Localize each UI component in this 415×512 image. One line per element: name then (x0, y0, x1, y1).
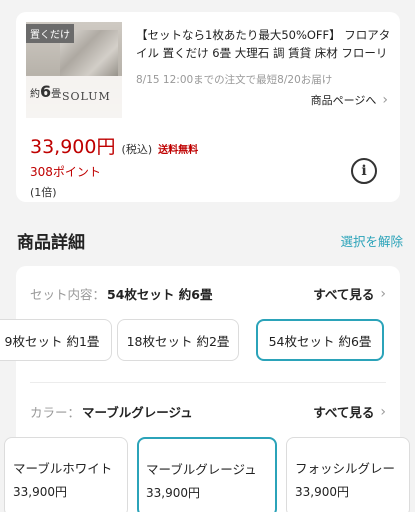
set-option-label: セット内容： (30, 287, 106, 302)
price-tax-label: (税込) (121, 143, 153, 156)
product-title: 【セットなら1枚あたり最大50%OFF】 フロアタイル 置くだけ 6畳 大理石 … (136, 28, 391, 60)
color-card[interactable]: フォッシルグレー 33,900円 (286, 437, 410, 512)
set-see-all-button[interactable]: すべて見る › (313, 284, 386, 303)
price: 33,900円 (税込) 送料無料 (30, 132, 198, 159)
product-thumbnail[interactable]: 置くだけ 約6畳 SOLUM (26, 22, 122, 118)
points-multiplier: (1倍) (30, 186, 57, 199)
color-card-price: 33,900円 (13, 485, 67, 499)
set-chip-label: 18枚セット 約2畳 (126, 333, 230, 349)
options-panel: セット内容： 54枚セット 約6畳 すべて見る › 9枚セット 約1畳 18枚セ… (0, 266, 410, 512)
set-chip[interactable]: 9枚セット 約1畳 (0, 319, 112, 361)
color-see-all-button[interactable]: すべて見る › (313, 402, 386, 421)
set-chip-selected[interactable]: 54枚セット 約6畳 (256, 319, 384, 361)
section-title: 商品詳細 (17, 233, 85, 253)
info-icon[interactable]: i (351, 158, 377, 184)
set-chip-label: 54枚セット 約6畳 (268, 333, 372, 349)
product-card: 置くだけ 約6畳 SOLUM 【セットなら1枚あたり最大50%OFF】 フロアタ… (16, 12, 400, 202)
color-card-name: フォッシルグレー (295, 461, 396, 476)
thumbnail-tag: 置くだけ (26, 24, 74, 43)
thumbnail-panel: 約6畳 SOLUM (26, 76, 122, 118)
see-all-label: すべて見る (313, 287, 375, 302)
divider (30, 382, 386, 383)
product-page-link[interactable]: 商品ページへ › (311, 92, 388, 108)
set-chip[interactable]: 18枚セット 約2畳 (117, 319, 239, 361)
set-option-row: セット内容： 54枚セット 約6畳 すべて見る › (30, 284, 386, 303)
chevron-right-icon: › (380, 403, 386, 420)
chevron-right-icon: › (380, 285, 386, 302)
thumbnail-brand: SOLUM (62, 90, 111, 103)
color-card-price: 33,900円 (295, 485, 349, 499)
free-shipping-label: 送料無料 (158, 145, 199, 156)
color-card-name: マーブルグレージュ (146, 462, 257, 477)
color-card-name: マーブルホワイト (13, 461, 113, 476)
price-value: 33,900円 (30, 136, 116, 158)
color-card-price: 33,900円 (146, 486, 200, 500)
color-option-label: カラー： (30, 405, 81, 420)
thumbnail-count: 約6畳 (30, 82, 62, 101)
color-card[interactable]: マーブルホワイト 33,900円 (4, 437, 128, 512)
delivery-note: 8/15 12:00までの注文で最短8/20お届け (136, 74, 333, 86)
set-option-value: 54枚セット 約6畳 (107, 287, 213, 302)
chevron-right-icon: › (382, 92, 388, 108)
color-option-value: マーブルグレージュ (82, 405, 193, 420)
deselect-button[interactable]: 選択を解除 (340, 231, 403, 250)
color-card-selected[interactable]: マーブルグレージュ 33,900円 (137, 437, 277, 512)
see-all-label: すべて見る (313, 405, 375, 420)
set-chip-label: 9枚セット 約1畳 (4, 333, 100, 349)
points: 308ポイント (30, 165, 101, 179)
color-option-row: カラー： マーブルグレージュ すべて見る › (30, 402, 386, 421)
product-page-link-label: 商品ページへ (310, 94, 377, 107)
